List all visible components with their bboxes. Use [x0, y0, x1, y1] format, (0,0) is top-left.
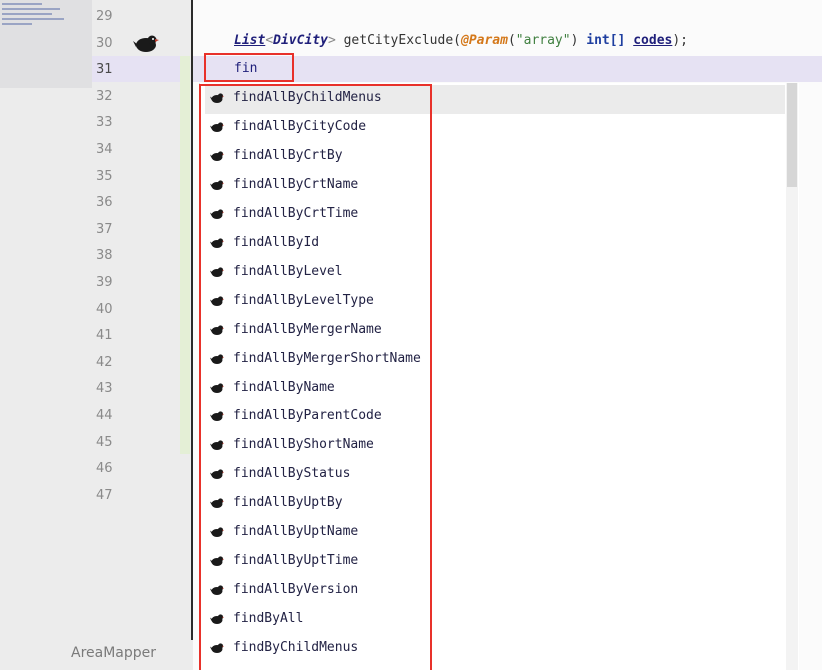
line-number: 44 [96, 408, 113, 423]
line-number: 39 [96, 275, 113, 290]
generic-open: < [265, 33, 274, 48]
line-number: 30 [96, 35, 113, 51]
line-number: 34 [96, 142, 113, 157]
line-number: 37 [96, 221, 113, 237]
param-name: codes [633, 33, 673, 48]
line-number: 35 [96, 168, 113, 184]
param-type: int[] [586, 33, 626, 48]
line-number: 40 [96, 301, 113, 317]
mybatis-bird-icon[interactable] [133, 32, 159, 54]
param-annotation: @Param [461, 33, 508, 48]
method-name: getCityExclude( [335, 33, 461, 48]
generic-close: > [327, 33, 336, 48]
minimap[interactable] [0, 0, 92, 88]
highlight-box-typed-text [204, 53, 294, 82]
completion-scrollbar-thumb[interactable] [787, 83, 797, 187]
statement-end: ); [672, 33, 689, 48]
line-number: 36 [96, 195, 113, 211]
highlight-box-completion-list [199, 84, 432, 670]
line-number: 31 [96, 62, 113, 78]
line-number: 33 [96, 115, 113, 131]
file-name-label: AreaMapper [71, 645, 157, 661]
generic-type: DivCity [273, 33, 328, 48]
line-number: 47 [96, 487, 113, 503]
change-marker-bar [180, 56, 190, 454]
line-number: 32 [96, 88, 113, 104]
line-number: 38 [96, 248, 113, 264]
method-declaration-line[interactable]: List<DivCity> getCityExclude(@Param("arr… [234, 33, 688, 48]
line-number: 41 [96, 328, 113, 344]
annotation-paren-open: ( [507, 33, 516, 48]
return-type: List [234, 33, 266, 48]
line-number: 43 [96, 381, 113, 397]
line-number: 46 [96, 461, 113, 477]
annotation-paren-close: ) [570, 33, 587, 48]
string-literal: "array" [515, 33, 571, 48]
line-number: 29 [96, 9, 113, 24]
line-number: 42 [96, 354, 113, 370]
line-number: 45 [96, 434, 113, 450]
